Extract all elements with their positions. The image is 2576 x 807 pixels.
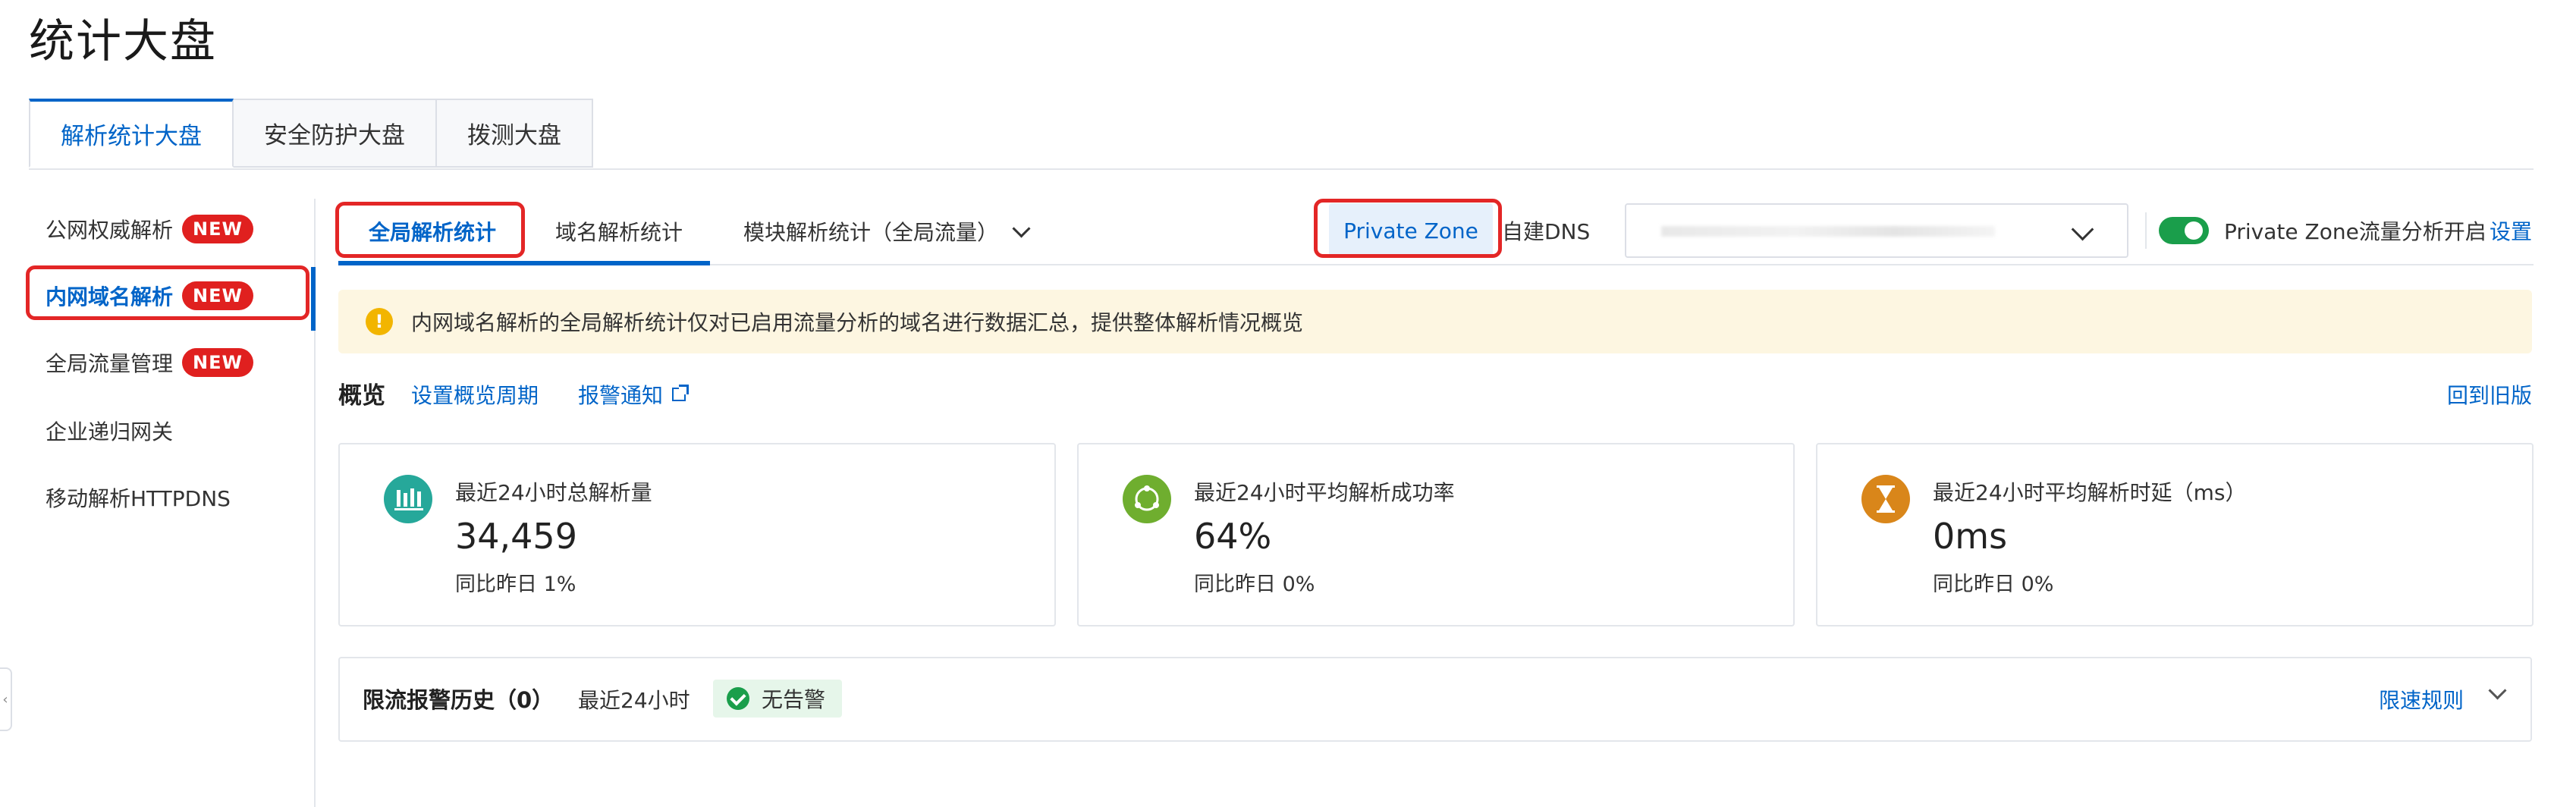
metric-value: 64% bbox=[1194, 516, 1272, 557]
redacted-value bbox=[1661, 226, 1995, 237]
highlight-box-private-zone bbox=[1314, 199, 1502, 258]
sidebar-collapse-handle[interactable]: ‹ bbox=[0, 667, 12, 731]
alert-link-label: 报警通知 bbox=[578, 383, 664, 408]
toolbar-divider bbox=[2145, 212, 2147, 249]
status-text: 无告警 bbox=[762, 687, 826, 712]
tab-probe-stats[interactable]: 拨测大盘 bbox=[437, 99, 593, 168]
new-badge: NEW bbox=[182, 215, 253, 243]
check-circle-icon bbox=[727, 687, 749, 710]
metric-compare: 同比昨日 0% bbox=[1933, 573, 2054, 596]
overview-period-link[interactable]: 设置概览周期 bbox=[411, 379, 539, 410]
highlight-box-sidebar bbox=[26, 265, 309, 320]
rate-limit-title: 限流报警历史（0） bbox=[363, 687, 554, 713]
tab-security-stats[interactable]: 安全防护大盘 bbox=[234, 99, 437, 168]
self-dns-button[interactable]: 自建DNS bbox=[1502, 203, 1590, 258]
metric-value: 0ms bbox=[1933, 516, 2008, 557]
toggle-knob bbox=[2185, 221, 2203, 240]
tab-domain-resolve-stats[interactable]: 域名解析统计 bbox=[555, 205, 683, 258]
new-badge: NEW bbox=[182, 348, 253, 377]
chevron-down-icon bbox=[1012, 218, 1031, 238]
domain-select[interactable] bbox=[1625, 203, 2128, 258]
sidebar-item-global-traffic[interactable]: 全局流量管理 NEW bbox=[46, 347, 253, 378]
tab-module-resolve-stats[interactable]: 模块解析统计（全局流量） bbox=[743, 205, 1031, 258]
settings-link[interactable]: 设置 bbox=[2490, 203, 2532, 258]
rate-limit-rules-link[interactable]: 限速规则 bbox=[2379, 684, 2464, 714]
sidebar-item-recursive-gateway[interactable]: 企业递归网关 bbox=[46, 416, 173, 446]
tabs-divider bbox=[29, 168, 2534, 170]
overview-title: 概览 bbox=[338, 382, 385, 410]
metric-card-total-queries: 最近24小时总解析量 34,459 同比昨日 1% bbox=[338, 443, 1056, 626]
sidebar-active-indicator bbox=[311, 267, 316, 331]
bar-chart-icon bbox=[384, 475, 432, 523]
metric-label: 最近24小时平均解析时延（ms） bbox=[1933, 480, 2247, 505]
metric-compare: 同比昨日 1% bbox=[455, 573, 576, 596]
notice-text: 内网域名解析的全局解析统计仅对已启用流量分析的域名进行数据汇总，提供整体解析情况… bbox=[411, 310, 1304, 335]
success-cycle-icon bbox=[1123, 475, 1171, 523]
subtab-active-indicator bbox=[338, 261, 710, 265]
sidebar-item-label: 公网权威解析 bbox=[46, 218, 174, 243]
status-badge: 无告警 bbox=[713, 680, 842, 718]
alert-notification-link[interactable]: 报警通知 bbox=[578, 379, 690, 410]
top-tabs: 解析统计大盘 安全防护大盘 拨测大盘 bbox=[29, 99, 593, 169]
highlight-box-global-tab bbox=[335, 202, 525, 258]
page-title: 统计大盘 bbox=[29, 15, 217, 68]
metric-value: 34,459 bbox=[455, 516, 577, 557]
chevron-left-icon: ‹ bbox=[2, 691, 8, 708]
metric-card-success-rate: 最近24小时平均解析成功率 64% 同比昨日 0% bbox=[1077, 443, 1795, 626]
tab-resolve-stats[interactable]: 解析统计大盘 bbox=[29, 99, 234, 168]
traffic-analysis-label: Private Zone流量分析开启 bbox=[2224, 219, 2486, 244]
tab-label: 模块解析统计（全局流量） bbox=[743, 220, 999, 245]
chevron-down-icon bbox=[2071, 218, 2094, 241]
metric-label: 最近24小时总解析量 bbox=[455, 480, 652, 505]
metric-compare: 同比昨日 0% bbox=[1194, 573, 1315, 596]
sidebar-item-public-dns[interactable]: 公网权威解析 NEW bbox=[46, 214, 253, 244]
sidebar-item-httpdns[interactable]: 移动解析HTTPDNS bbox=[46, 482, 231, 513]
metric-label: 最近24小时平均解析成功率 bbox=[1194, 480, 1455, 505]
sidebar-item-label: 移动解析HTTPDNS bbox=[46, 486, 231, 511]
back-to-old-version-link[interactable]: 回到旧版 bbox=[2447, 379, 2532, 410]
warning-icon: ! bbox=[366, 308, 393, 335]
sidebar-item-label: 全局流量管理 bbox=[46, 351, 174, 376]
sidebar-item-label: 企业递归网关 bbox=[46, 419, 174, 444]
metric-card-latency: 最近24小时平均解析时延（ms） 0ms 同比昨日 0% bbox=[1816, 443, 2534, 626]
rate-limit-range: 最近24小时 bbox=[578, 688, 690, 713]
external-link-icon bbox=[672, 385, 690, 401]
hourglass-icon bbox=[1861, 475, 1910, 523]
